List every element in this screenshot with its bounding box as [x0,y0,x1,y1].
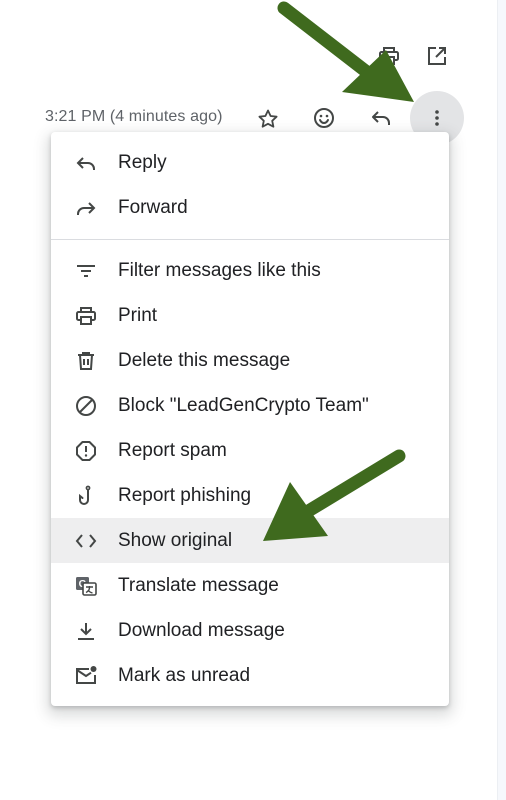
star-icon [258,109,278,128]
menu-item-label: Report spam [118,439,227,461]
menu-divider [51,239,449,240]
translate-icon: G [74,574,98,598]
menu-item-translate[interactable]: G Translate message [51,563,449,608]
menu-item-label: Delete this message [118,349,291,371]
code-icon [74,529,98,553]
menu-item-delete[interactable]: Delete this message [51,338,449,383]
forward-icon [74,196,98,220]
menu-item-print[interactable]: Print [51,293,449,338]
menu-item-download[interactable]: Download message [51,608,449,653]
menu-item-label: Filter messages like this [118,259,321,281]
menu-item-reply[interactable]: Reply [51,140,449,185]
trash-icon [74,349,98,373]
menu-item-report-phishing[interactable]: Report phishing [51,473,449,518]
menu-item-label: Translate message [118,574,279,596]
menu-item-label: Mark as unread [118,664,251,686]
menu-item-forward[interactable]: Forward [51,185,449,230]
phishing-hook-icon [74,484,98,508]
menu-item-report-spam[interactable]: Report spam [51,428,449,473]
filter-icon [74,259,98,283]
print-all-button[interactable] [369,36,409,76]
print-icon [379,47,399,65]
menu-item-label: Show original [118,529,233,551]
menu-item-mark-unread[interactable]: Mark as unread [51,653,449,698]
report-spam-icon [74,439,98,463]
menu-item-block-sender[interactable]: Block "LeadGenCrypto Team" [51,383,449,428]
block-icon [74,394,98,418]
print-icon [74,304,98,328]
open-in-new-window-button[interactable] [417,36,457,76]
message-timestamp: 3:21 PM (4 minutes ago) [45,108,223,125]
menu-item-show-original[interactable]: Show original [51,518,449,563]
menu-item-label: Forward [118,196,188,218]
menu-item-label: Download message [118,619,285,641]
message-options-menu: Reply Forward Filter messages like this … [51,132,449,706]
mark-unread-icon [74,664,98,688]
menu-item-filter-messages[interactable]: Filter messages like this [51,248,449,293]
menu-item-label: Reply [118,151,167,173]
menu-item-label: Report phishing [118,484,252,506]
menu-item-label: Block "LeadGenCrypto Team" [118,394,369,416]
emoji-reaction-icon [314,108,334,128]
download-icon [74,619,98,643]
more-vert-icon [435,110,439,126]
open-in-new-window-icon [428,47,446,65]
window-edge [497,0,506,800]
reply-icon [74,151,98,175]
menu-item-label: Print [118,304,158,326]
reply-icon [372,111,390,125]
